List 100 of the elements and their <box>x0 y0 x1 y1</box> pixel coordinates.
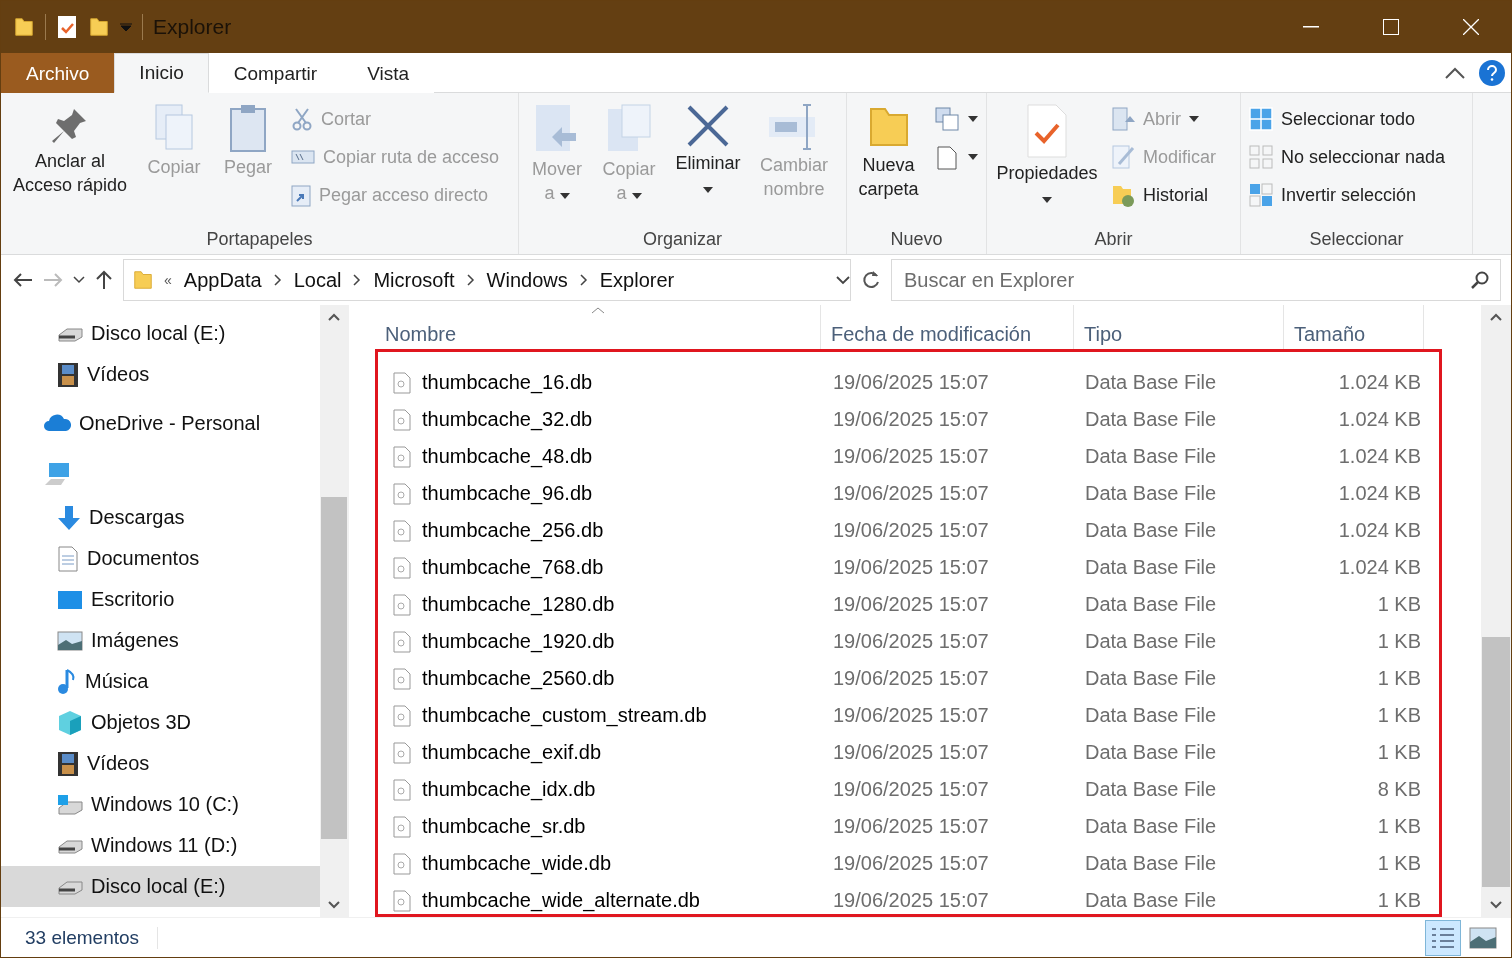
nav-item[interactable]: Vídeos <box>1 743 320 784</box>
nav-item[interactable]: Objetos 3D <box>1 702 320 743</box>
file-name[interactable]: thumbcache_sr.db <box>422 815 586 838</box>
chevron-up-icon <box>1445 66 1465 79</box>
size-cell-text: 1.024 KB <box>1337 519 1421 542</box>
scrollbar-thumb[interactable] <box>321 497 347 839</box>
file-name[interactable]: thumbcache_idx.db <box>422 778 596 801</box>
file-name[interactable]: thumbcache_32.db <box>422 408 593 431</box>
file-icon <box>392 815 412 838</box>
column-header[interactable]: Nombre <box>375 305 821 349</box>
file-icon <box>392 519 412 542</box>
file-icon <box>392 556 412 579</box>
chevron-right-icon <box>273 274 282 286</box>
breadcrumb[interactable]: Windows <box>484 268 570 292</box>
nav-item[interactable]: Windows 10 (C:) <box>1 784 320 825</box>
breadcrumb[interactable]: Microsoft <box>371 268 457 292</box>
file-name[interactable]: thumbcache_exif.db <box>422 741 601 764</box>
film-icon <box>57 361 79 388</box>
ribbon-button[interactable]: No seleccionar nada <box>1245 141 1450 173</box>
breadcrumb[interactable]: Explorer <box>597 268 677 292</box>
file-name[interactable]: thumbcache_wide.db <box>422 852 611 875</box>
date-cell-text: 19/06/2025 15:07 <box>833 704 990 727</box>
file-name[interactable]: thumbcache_48.db <box>422 445 593 468</box>
nav-item[interactable]: Descargas <box>1 497 320 538</box>
address-field[interactable]: « AppData Local Microsoft Windows Explorer <box>123 259 851 301</box>
back-button[interactable] <box>13 272 33 288</box>
computer-icon <box>43 461 71 487</box>
scrollbar-thumb[interactable] <box>1482 637 1510 887</box>
type-cell-text: Data Base File <box>1085 445 1218 468</box>
nav-item[interactable]: Vídeos <box>1 354 320 395</box>
download-arrow-icon <box>57 504 81 531</box>
file-name[interactable]: thumbcache_2560.db <box>422 667 615 690</box>
date-cell-text: 19/06/2025 15:07 <box>833 852 990 875</box>
file-name[interactable]: thumbcache_768.db <box>422 556 604 579</box>
column-header[interactable]: Tipo <box>1074 305 1284 349</box>
file-name[interactable]: thumbcache_16.db <box>422 371 593 394</box>
search-field[interactable]: Buscar en Explorer <box>891 259 1501 301</box>
file-name[interactable]: thumbcache_custom_stream.db <box>422 704 707 727</box>
nav-item[interactable]: OneDrive - Personal <box>1 395 320 451</box>
nav-item[interactable]: Documentos <box>1 538 320 579</box>
arrow-right-icon <box>43 272 63 288</box>
file-name[interactable]: thumbcache_1920.db <box>422 630 615 653</box>
nav-item[interactable]: Imágenes <box>1 620 320 661</box>
breadcrumb[interactable]: Local <box>291 268 344 292</box>
column-header[interactable]: Tamaño <box>1284 305 1424 349</box>
maximize-icon <box>1383 19 1399 35</box>
type-cell-text: Data Base File <box>1085 593 1218 616</box>
nav-item[interactable]: Música <box>1 661 320 702</box>
ribbon-group-label: Seleccionar <box>1308 229 1405 251</box>
size-cell-text: 1.024 KB <box>1337 408 1421 431</box>
size-cell-text: 1 KB <box>1376 815 1421 838</box>
ribbon-group-label: Abrir <box>1093 229 1134 251</box>
ribbon-button[interactable]: Propiedades <box>991 99 1103 229</box>
ribbon-button[interactable]: Nueva carpeta <box>851 99 926 229</box>
ribbon-button[interactable]: Anclar al Acceso rápido <box>5 99 135 229</box>
help-button[interactable] <box>1479 59 1505 86</box>
type-cell-text: Data Base File <box>1085 630 1218 653</box>
file-name[interactable]: thumbcache_96.db <box>422 482 593 505</box>
date-cell-text: 19/06/2025 15:07 <box>833 445 990 468</box>
nav-item[interactable]: Disco local (E:) <box>1 866 320 907</box>
nav-item[interactable]: Escritorio <box>1 579 320 620</box>
column-header[interactable]: Fecha de modificación <box>821 305 1074 349</box>
recent-locations-button[interactable] <box>73 276 85 284</box>
desktop-icon <box>57 588 83 611</box>
nav-item[interactable]: Disco local (E:) <box>1 313 320 354</box>
folder-icon <box>88 16 110 38</box>
address-dropdown-button[interactable] <box>836 275 850 285</box>
overflow-crumb[interactable]: « <box>164 272 172 288</box>
size-cell-text: 1 KB <box>1376 741 1421 764</box>
collapse-ribbon-button[interactable] <box>1445 66 1465 79</box>
chevron-down-icon <box>1490 901 1502 909</box>
size-cell-text: 1.024 KB <box>1337 371 1421 394</box>
ribbon-button[interactable]: Eliminar <box>667 99 749 229</box>
view-button[interactable] <box>1425 919 1461 956</box>
scrollbar[interactable] <box>1481 305 1511 917</box>
ribbon-tab[interactable]: Inicio <box>114 53 209 93</box>
scrollbar[interactable] <box>320 305 348 917</box>
date-cell-text: 19/06/2025 15:07 <box>833 556 990 579</box>
chevron-down-icon <box>328 901 340 909</box>
dropdown-caret-icon <box>120 23 132 31</box>
file-name[interactable]: thumbcache_1280.db <box>422 593 615 616</box>
file-name[interactable]: thumbcache_256.db <box>422 519 604 542</box>
minimize-icon <box>1303 26 1319 28</box>
file-icon <box>392 630 412 653</box>
drive-icon <box>57 793 83 816</box>
nav-item[interactable]: Windows 11 (D:) <box>1 825 320 866</box>
chevron-right-icon <box>353 274 362 286</box>
ribbon-button[interactable]: Historial <box>1107 179 1221 211</box>
ribbon-button[interactable]: Seleccionar todo <box>1245 103 1450 135</box>
up-button[interactable] <box>95 270 113 290</box>
caret-icon <box>631 193 642 199</box>
edit-icon <box>1111 144 1135 170</box>
ribbon-button[interactable]: Invertir selección <box>1245 179 1450 211</box>
file-icon <box>392 778 412 801</box>
file-name[interactable]: thumbcache_wide_alternate.db <box>422 889 700 912</box>
refresh-button[interactable] <box>861 270 881 290</box>
caret-icon <box>1189 116 1199 122</box>
breadcrumb[interactable]: AppData <box>181 268 264 292</box>
ribbon-tab[interactable]: Archivo <box>1 53 115 93</box>
type-cell-text: Data Base File <box>1085 889 1218 912</box>
